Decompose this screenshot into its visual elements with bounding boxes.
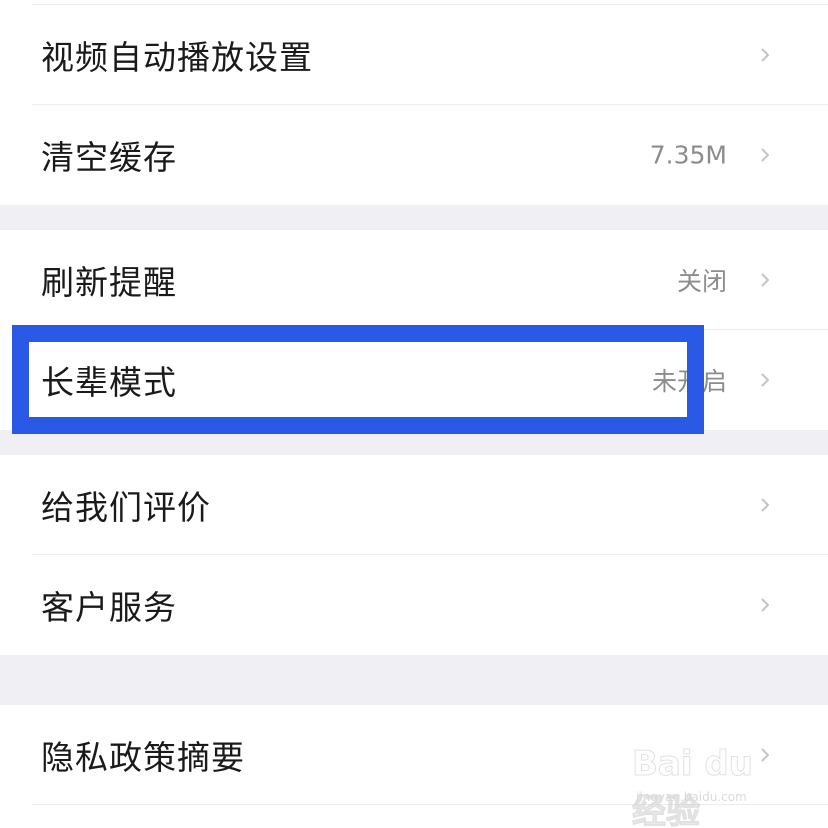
chevron-right-icon xyxy=(760,45,770,65)
settings-row-clear-cache[interactable]: 清空缓存 7.35M xyxy=(0,105,828,205)
row-label: 刷新提醒 xyxy=(41,263,177,302)
row-value: 关闭 xyxy=(676,267,727,296)
cache-size-value: 7.35M xyxy=(649,140,727,170)
settings-row-refresh-reminder[interactable]: 刷新提醒 关闭 xyxy=(0,230,828,330)
section-gap xyxy=(0,430,828,455)
row-label: 客户服务 xyxy=(41,588,177,627)
settings-row-privacy-summary[interactable]: 隐私政策摘要 xyxy=(0,705,828,805)
chevron-right-icon xyxy=(760,270,770,290)
settings-row-elder-mode[interactable]: 长辈模式 未开启 xyxy=(0,330,828,430)
row-label: 给我们评价 xyxy=(41,488,211,527)
chevron-right-icon xyxy=(760,595,770,615)
row-label: 长辈模式 xyxy=(41,363,177,402)
section-gap xyxy=(0,655,828,705)
row-divider xyxy=(32,804,828,805)
settings-row-video-autoplay[interactable]: 视频自动播放设置 xyxy=(0,5,828,105)
settings-row-customer-service[interactable]: 客户服务 xyxy=(0,555,828,655)
chevron-right-icon xyxy=(760,370,770,390)
row-value: 未开启 xyxy=(651,367,727,396)
chevron-right-icon xyxy=(760,145,770,165)
section-gap xyxy=(0,205,828,230)
settings-row-rate-us[interactable]: 给我们评价 xyxy=(0,455,828,555)
row-label: 隐私政策摘要 xyxy=(41,738,245,777)
chevron-right-icon xyxy=(760,745,770,765)
chevron-right-icon xyxy=(760,495,770,515)
row-label: 清空缓存 xyxy=(41,138,177,177)
row-label: 视频自动播放设置 xyxy=(41,38,313,77)
